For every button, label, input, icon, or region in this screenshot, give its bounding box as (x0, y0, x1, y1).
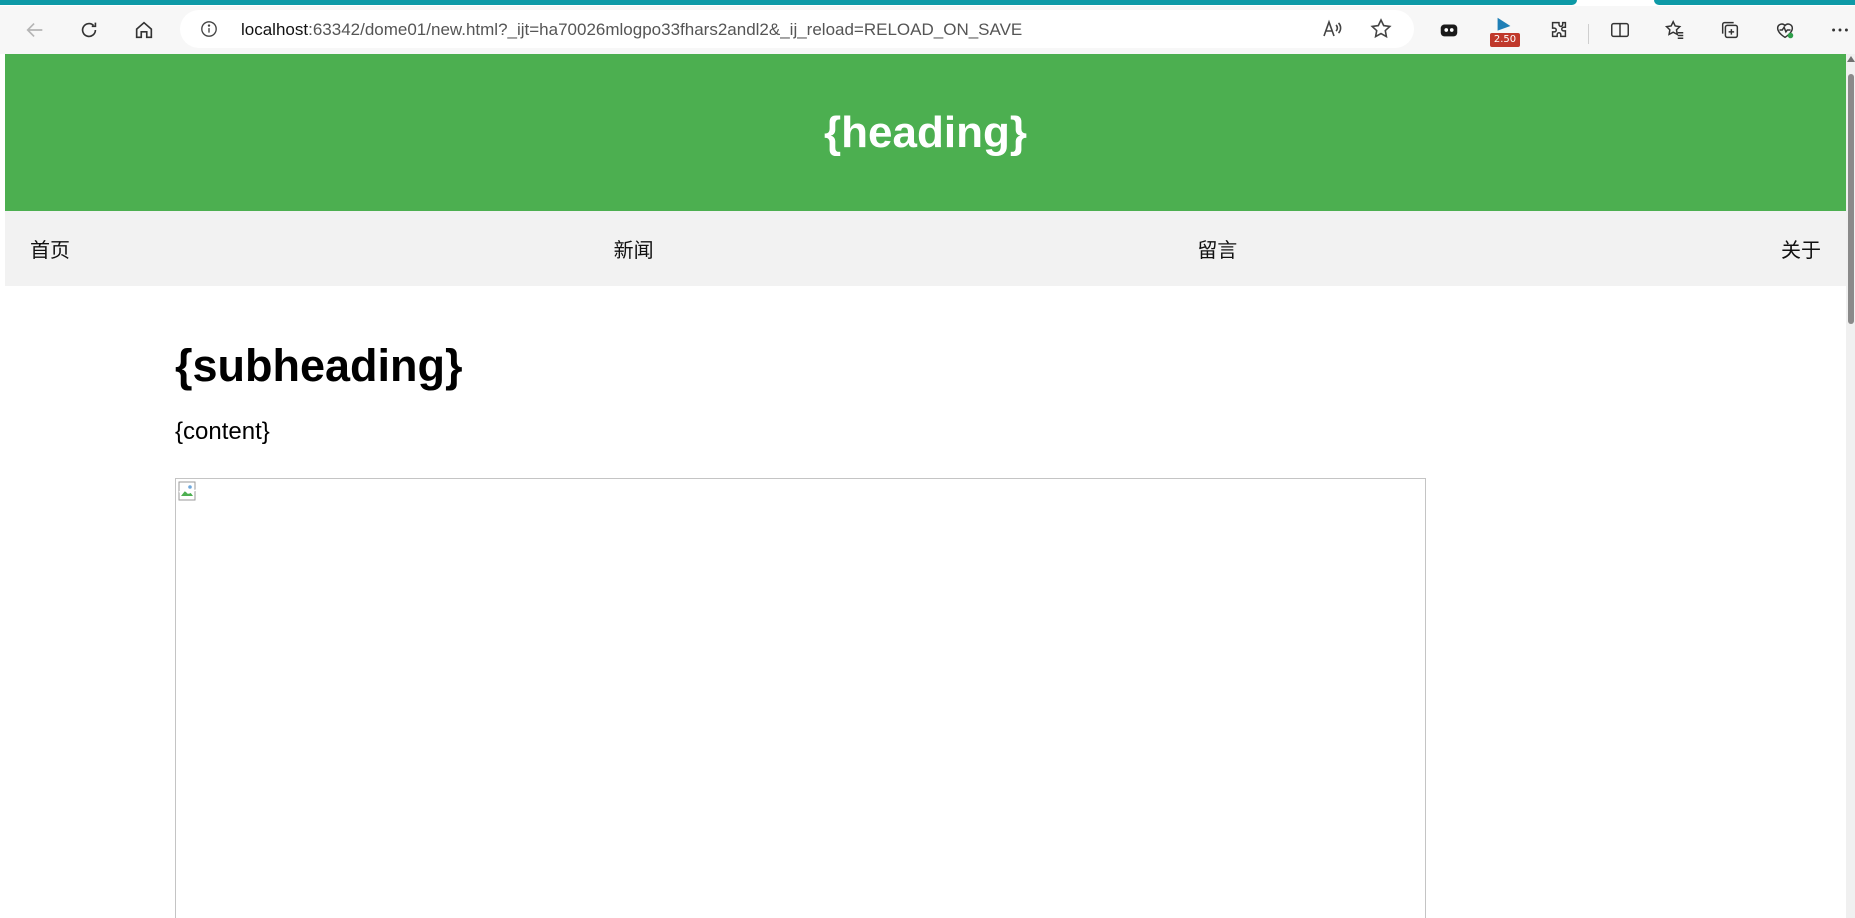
puzzle-extensions-icon[interactable] (1541, 12, 1577, 48)
browser-essentials-icon[interactable] (1767, 12, 1803, 48)
extension-copilot-icon[interactable] (1431, 12, 1467, 48)
url-host: localhost (241, 20, 309, 39)
favorites-icon[interactable] (1657, 12, 1693, 48)
page-scrollbar[interactable] (1846, 54, 1855, 918)
address-bar[interactable]: localhost:63342/dome01/new.html?_ijt=ha7… (180, 10, 1414, 48)
collections-icon[interactable] (1712, 12, 1748, 48)
nav-link-messages[interactable]: 留言 (1197, 234, 1237, 263)
page-heading: {heading} (824, 107, 1027, 157)
info-icon[interactable] (200, 20, 218, 38)
web-page: {heading} 首页 新闻 留言 关于 {subheading} {cont… (5, 54, 1846, 918)
broken-image-icon (178, 481, 197, 501)
extension-badge: 2.50 (1490, 33, 1520, 47)
page-header: {heading} (5, 54, 1846, 211)
browser-toolbar: localhost:63342/dome01/new.html?_ijt=ha7… (0, 6, 1855, 54)
nav-link-about[interactable]: 关于 (1781, 234, 1821, 263)
url-path: :63342/dome01/new.html?_ijt=ha70026mlogp… (308, 20, 1023, 39)
tab-indicator[interactable] (1654, 0, 1855, 5)
nav-link-home[interactable]: 首页 (30, 234, 70, 263)
refresh-icon[interactable] (71, 12, 107, 48)
url-text[interactable]: localhost:63342/dome01/new.html?_ijt=ha7… (241, 20, 1022, 40)
nav-link-news[interactable]: 新闻 (614, 234, 654, 263)
subheading: {subheading} (175, 340, 463, 391)
active-tab-indicator[interactable] (0, 0, 1577, 5)
read-aloud-icon[interactable] (1320, 17, 1344, 41)
toolbar-separator (1588, 24, 1589, 44)
home-icon[interactable] (126, 12, 162, 48)
split-screen-icon[interactable] (1602, 12, 1638, 48)
content-text: {content} (175, 418, 270, 445)
broken-image (175, 478, 1426, 918)
back-icon[interactable] (17, 12, 53, 48)
nav-bar: 首页 新闻 留言 关于 (5, 211, 1846, 286)
favorite-star-icon[interactable] (1369, 17, 1393, 41)
more-icon[interactable] (1822, 12, 1855, 48)
scroll-up-icon[interactable] (1847, 56, 1855, 62)
scrollbar-thumb[interactable] (1848, 74, 1854, 324)
